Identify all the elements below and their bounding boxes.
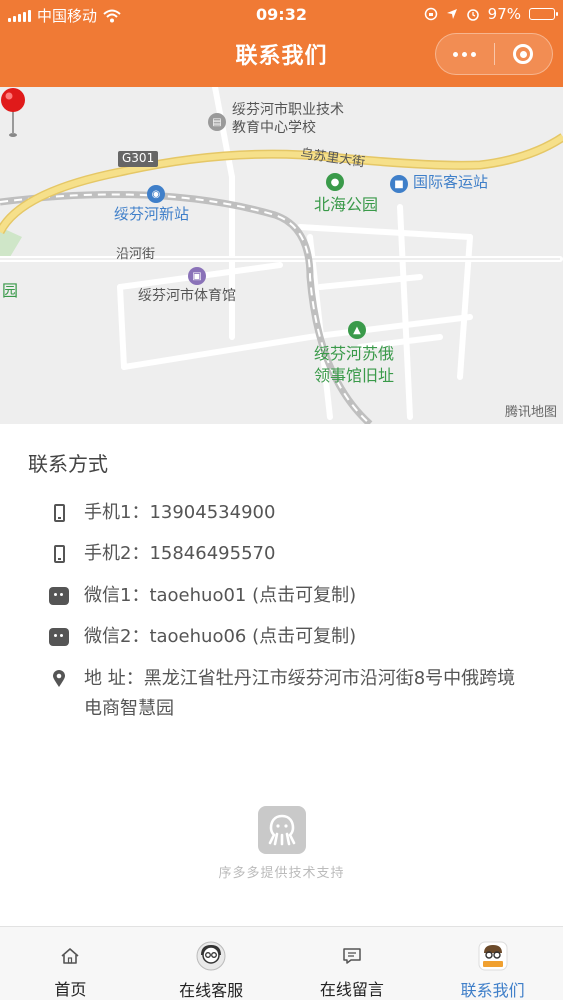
- mini-program-capsule: [435, 33, 553, 75]
- wechat-icon: [49, 587, 69, 605]
- map-provider-label: 腾讯地图: [504, 405, 557, 420]
- customer-service-icon: [196, 941, 226, 971]
- map-label-stadium: 绥芬河市体育馆: [138, 288, 236, 304]
- tech-support-text: 序多多提供技术支持: [218, 866, 345, 881]
- status-bar: 中国移动 09:32 97%: [0, 0, 563, 30]
- bus-station-poi-icon: ■: [390, 175, 408, 193]
- contact-text: 手机2：15846495570: [84, 543, 276, 564]
- battery-icon: [529, 8, 558, 20]
- contact-row-phone-1[interactable]: 手机1：13904534900: [48, 498, 528, 528]
- more-dots-icon[interactable]: [436, 34, 494, 74]
- contact-text: 地 址：黑龙江省牡丹江市绥芬河市沿河街8号中俄跨境电商智慧园: [84, 668, 516, 719]
- map-roads: [0, 87, 563, 424]
- stadium-poi-icon: ▣: [188, 267, 206, 285]
- bottom-tab-bar: 首页 在线客服 在线留言 联系我们: [0, 926, 563, 1000]
- school-poi-icon: ▤: [208, 113, 226, 131]
- contact-text: 微信2：taoehuo06 (点击可复制): [84, 626, 357, 647]
- top-bar: 中国移动 09:32 97% 联系我们: [0, 0, 563, 87]
- map-label-new-station: 绥芬河新站: [114, 205, 190, 223]
- message-icon: [337, 941, 367, 970]
- section-title: 联系方式: [28, 452, 108, 476]
- train-station-poi-icon: ◉: [147, 185, 165, 203]
- contact-logo-icon: [478, 941, 508, 971]
- octopus-logo-icon: [257, 806, 306, 854]
- tab-label: 在线客服: [179, 981, 244, 1000]
- alarm-icon: [466, 9, 479, 21]
- landmark-poi-icon: ▲: [348, 321, 366, 339]
- contact-row-address[interactable]: 地 址：黑龙江省牡丹江市绥芬河市沿河街8号中俄跨境电商智慧园: [48, 664, 518, 724]
- map-label-school: 绥芬河市职业技术 教育中心学校: [232, 102, 344, 137]
- location-pin-icon[interactable]: [0, 87, 26, 139]
- tab-label: 联系我们: [460, 981, 525, 1000]
- tab-label: 首页: [54, 980, 87, 999]
- contact-row-wechat-2[interactable]: 微信2：taoehuo06 (点击可复制): [48, 622, 528, 652]
- tab-home[interactable]: 首页: [0, 927, 141, 1000]
- tab-online-service[interactable]: 在线客服: [141, 927, 282, 1000]
- phone-icon: [53, 545, 65, 563]
- map-label-park-left: 园: [2, 281, 19, 300]
- target-close-icon[interactable]: [495, 34, 553, 74]
- rotation-lock-icon: [424, 7, 437, 21]
- park-poi-icon: ●: [326, 173, 344, 191]
- map-label-yanhe: 沿河街: [116, 247, 156, 262]
- contact-text: 微信1：taoehuo01 (点击可复制): [84, 585, 357, 606]
- tab-contact-us[interactable]: 联系我们: [422, 927, 563, 1000]
- location-map[interactable]: ▤ 绥芬河市职业技术 教育中心学校 G301 乌苏里大街 ■ 国际客运站 ● 北…: [0, 87, 563, 424]
- tech-support-brand: 序多多提供技术支持: [0, 806, 563, 881]
- battery-percent: 97%: [487, 5, 521, 23]
- home-icon: [55, 941, 85, 970]
- tab-label: 在线留言: [319, 980, 384, 999]
- map-label-highway: G301: [118, 151, 159, 167]
- tab-online-message[interactable]: 在线留言: [282, 927, 423, 1000]
- map-label-consulate: 绥芬河苏俄 领事馆旧址: [314, 344, 395, 385]
- phone-icon: [53, 504, 65, 522]
- contact-text: 手机1：13904534900: [84, 502, 276, 523]
- contact-row-phone-2[interactable]: 手机2：15846495570: [48, 539, 528, 569]
- map-label-beihai: 北海公园: [314, 195, 379, 214]
- location-icon: [53, 670, 65, 687]
- wechat-icon: [49, 628, 69, 646]
- location-arrow-icon: [446, 9, 457, 19]
- contact-row-wechat-1[interactable]: 微信1：taoehuo01 (点击可复制): [48, 581, 528, 611]
- map-label-station-intl: 国际客运站: [413, 173, 489, 191]
